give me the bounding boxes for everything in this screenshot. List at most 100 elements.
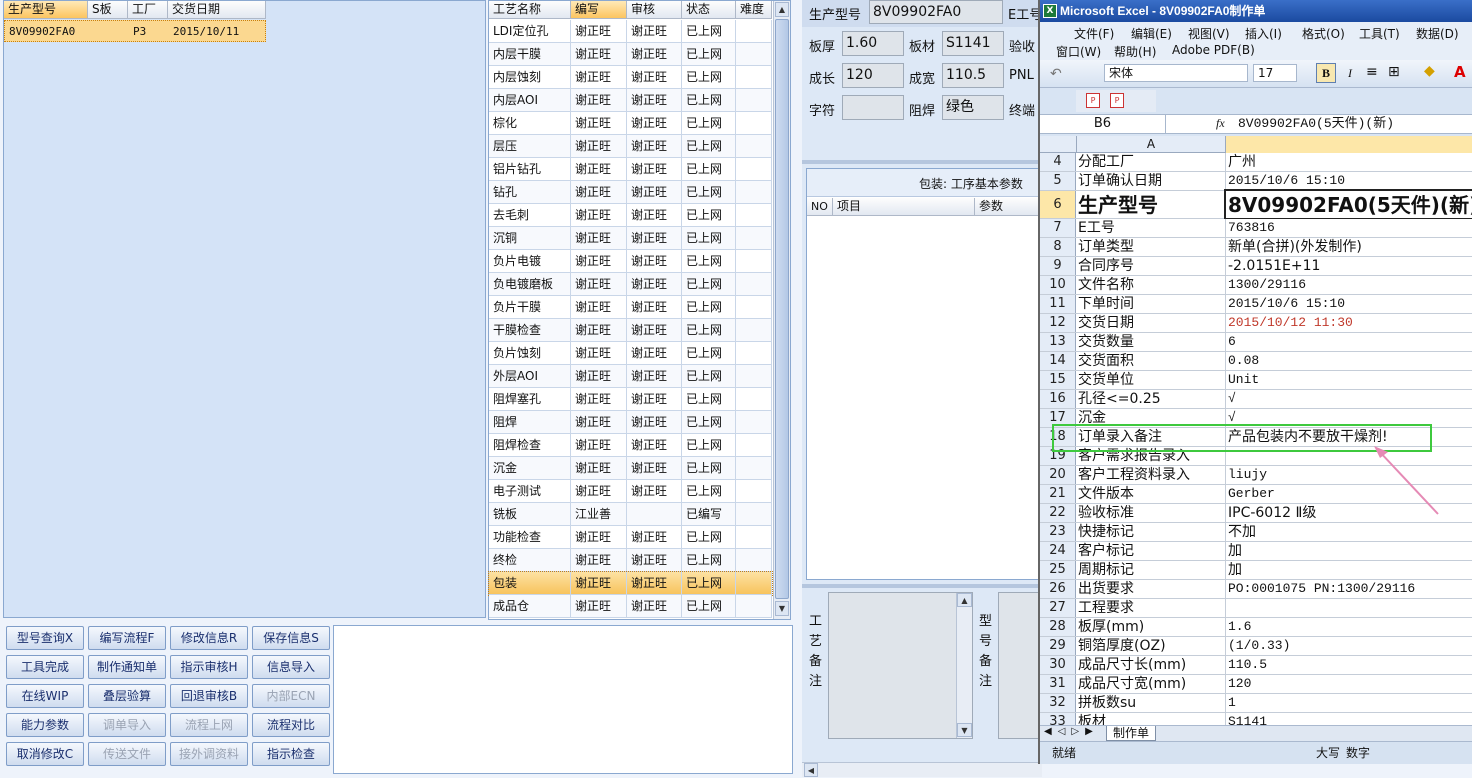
font-color-icon[interactable]: A [1454,63,1466,81]
table-row[interactable]: 棕化 谢正旺 谢正旺 已上网 [489,112,772,135]
cell-a[interactable]: 周期标记 [1076,561,1226,579]
sheet-row[interactable]: 31 成品尺寸宽(mm) 120 [1040,675,1472,694]
cell-b[interactable]: 广州 [1226,153,1472,171]
cell-a[interactable]: 板材 [1076,713,1226,725]
menu-item[interactable]: Adobe PDF(B) [1172,43,1255,57]
cell-b[interactable]: 新单(合拼)(外发制作) [1226,238,1472,256]
sheet-row[interactable]: 16 孔径<=0.25 √ [1040,390,1472,409]
sheet-row[interactable]: 7 E工号 763816 [1040,219,1472,238]
cell-b[interactable]: √ [1226,390,1472,408]
font-name-select[interactable]: 宋体 [1104,64,1248,82]
sheet-row[interactable]: 12 交货日期 2015/10/12 11:30 [1040,314,1472,333]
sheet-row[interactable]: 26 出货要求 PO:0001075 PN:1300/29116 [1040,580,1472,599]
sheet-row[interactable]: 30 成品尺寸长(mm) 110.5 [1040,656,1472,675]
table-row[interactable]: 钻孔 谢正旺 谢正旺 已上网 [489,181,772,204]
row-number[interactable]: 23 [1040,523,1076,541]
scroll-up-icon[interactable]: ▲ [775,2,789,17]
cell-a[interactable]: 生产型号 [1076,191,1226,218]
excel-window[interactable]: Microsoft Excel - 8V09902FA0制作单 X 文件(F) 编… [1038,0,1472,764]
fill-color-icon[interactable]: ◆ [1424,63,1435,79]
menu-item[interactable]: 插入(I) [1245,25,1282,42]
process-grid[interactable]: 工艺名称 编写 审核 状态 难度 LDI定位孔 谢正旺 谢正旺 已上网 内层干膜 谢正旺谢… [488,0,791,620]
col-delivery-date[interactable]: 交货日期 [168,1,266,19]
note-box[interactable] [333,625,793,774]
table-row[interactable]: 铣板 江业善 已编写 [489,503,772,526]
cell-a[interactable]: 验收标准 [1076,504,1226,522]
h-scrollbar[interactable]: ◀ [802,762,1042,777]
material-input[interactable]: S1141 [942,31,1004,56]
cell-a[interactable]: 孔径<=0.25 [1076,390,1226,408]
cell-a[interactable]: 分配工厂 [1076,153,1226,171]
scroll-up-icon[interactable]: ▲ [957,593,972,607]
menu-item[interactable]: 格式(O) [1302,25,1345,42]
table-row[interactable]: 负片干膜 谢正旺 谢正旺 已上网 [489,296,772,319]
scroll-down-icon[interactable]: ▼ [775,601,789,616]
row-number[interactable]: 31 [1040,675,1076,693]
cell-b[interactable]: -2.0151E+11 [1226,257,1472,275]
silkscreen-input[interactable] [842,95,904,120]
name-box[interactable]: B6 [1040,115,1166,133]
menu-item[interactable]: 视图(V) [1188,25,1230,42]
action-button[interactable]: 在线WIP [6,684,84,708]
cell-b[interactable]: 0.08 [1226,352,1472,370]
sheet-row[interactable]: 9 合同序号 -2.0151E+11 [1040,257,1472,276]
table-row[interactable]: 沉金 谢正旺 谢正旺 已上网 [489,457,772,480]
cell-b[interactable]: 763816 [1226,219,1472,237]
action-button[interactable]: 流程对比 [252,713,330,737]
table-row[interactable]: 层压 谢正旺 谢正旺 已上网 [489,135,772,158]
sheet-row[interactable]: 28 板厚(mm) 1.6 [1040,618,1472,637]
cell-b[interactable]: 2015/10/6 15:10 [1226,172,1472,190]
cell-b[interactable]: 120 [1226,675,1472,693]
row-number[interactable]: 12 [1040,314,1076,332]
cell-a[interactable]: 成品尺寸长(mm) [1076,656,1226,674]
sheet-row[interactable]: 25 周期标记加 [1040,561,1472,580]
model-note-box[interactable] [998,592,1042,739]
sheet-row[interactable]: 27 工程要求 [1040,599,1472,618]
menu-item[interactable]: 帮助(H) [1114,43,1156,60]
cell-a[interactable]: E工号 [1076,219,1226,237]
cell-b[interactable]: 6 [1226,333,1472,351]
col-no[interactable]: NO [807,198,833,216]
cell-a[interactable]: 快捷标记 [1076,523,1226,541]
sheet-row[interactable]: 13 交货数量 6 [1040,333,1472,352]
row-number[interactable]: 15 [1040,371,1076,389]
model-grid[interactable]: 生产型号 S板 工厂 交货日期 8V09902FA0 P3 2015/10/11 [3,0,486,618]
cell-a[interactable]: 交货日期 [1076,314,1226,332]
table-row[interactable]: 负电镀磨板 谢正旺 谢正旺 已上网 [489,273,772,296]
action-button[interactable]: 指示检查 [252,742,330,766]
cell-a[interactable]: 出货要求 [1076,580,1226,598]
row-number[interactable]: 4 [1040,153,1076,171]
row-number[interactable]: 13 [1040,333,1076,351]
col-param[interactable]: 参数 [975,198,1043,216]
cell-a[interactable]: 客户标记 [1076,542,1226,560]
action-button[interactable]: 指示审核H [170,655,248,679]
param-table[interactable]: 包装: 工序基本参数 NO 项目 参数 [806,168,1043,580]
craft-note-box[interactable]: ▲ ▼ [828,592,973,739]
excel-titlebar[interactable]: Microsoft Excel - 8V09902FA0制作单 [1040,0,1472,22]
cell-a[interactable]: 订单确认日期 [1076,172,1226,190]
sheet-row[interactable]: 32 拼板数su 1 [1040,694,1472,713]
cell-b[interactable]: 1.6 [1226,618,1472,636]
table-row[interactable]: 内层干膜 谢正旺 谢正旺 已上网 [489,43,772,66]
action-button[interactable]: 信息导入 [252,655,330,679]
action-button[interactable]: 保存信息S [252,626,330,650]
cell-b[interactable]: 加 [1226,561,1472,579]
cell-b[interactable]: 110.5 [1226,656,1472,674]
table-row[interactable]: 阻焊塞孔 谢正旺 谢正旺 已上网 [489,388,772,411]
row-number[interactable]: 9 [1040,257,1076,275]
cell-a[interactable]: 铜箔厚度(OZ) [1076,637,1226,655]
menu-item[interactable]: 数据(D) [1416,25,1459,42]
table-row[interactable]: 成品仓 谢正旺 谢正旺 已上网 [489,595,772,618]
cell-a[interactable]: 交货单位 [1076,371,1226,389]
sheet-tab[interactable]: 制作单 [1106,726,1156,741]
table-row[interactable]: 负片蚀刻 谢正旺 谢正旺 已上网 [489,342,772,365]
action-button[interactable]: 制作通知单 [88,655,166,679]
formula-input[interactable]: 8V09902FA0(5天件)(新) [1238,115,1394,133]
cell-b[interactable]: Unit [1226,371,1472,389]
scroll-left-icon[interactable]: ◀ [804,763,818,777]
row-number[interactable]: 30 [1040,656,1076,674]
cell-b[interactable]: (1/0.33) [1226,637,1472,655]
cell-a[interactable]: 订单类型 [1076,238,1226,256]
cell-a[interactable]: 板厚(mm) [1076,618,1226,636]
col-s-board[interactable]: S板 [88,1,128,19]
